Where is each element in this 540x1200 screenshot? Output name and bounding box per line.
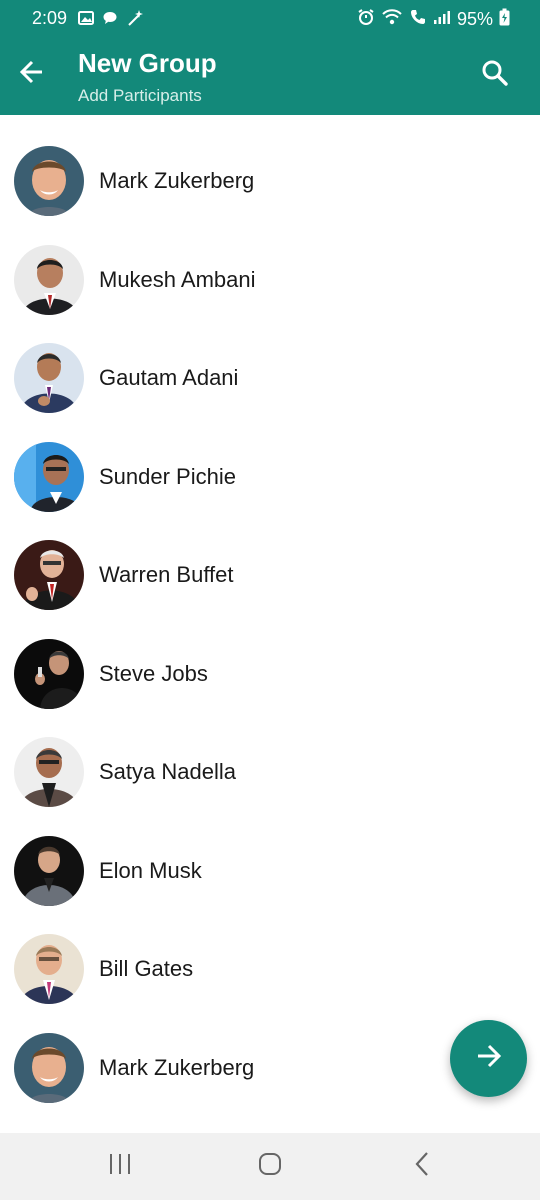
battery-percent: 95% <box>456 9 493 29</box>
status-bar: 2:09 95% <box>0 0 540 40</box>
back-icon <box>412 1151 432 1182</box>
status-system-icons: 95% <box>357 8 510 31</box>
app-header: 2:09 95% New Group Add Participants <box>0 0 540 115</box>
avatar <box>14 540 84 610</box>
avatar <box>14 737 84 807</box>
back-button[interactable] <box>14 56 50 92</box>
contact-item[interactable]: Gautam Adani <box>0 329 540 427</box>
avatar <box>14 934 84 1004</box>
contact-name: Sunder Pichie <box>99 464 236 489</box>
home-icon <box>257 1151 283 1182</box>
contact-item[interactable]: Satya Nadella <box>0 723 540 821</box>
nav-back-button[interactable] <box>405 1151 439 1181</box>
app-bar: New Group Add Participants <box>0 40 540 115</box>
battery-icon <box>499 8 510 31</box>
search-icon <box>481 59 509 92</box>
call-icon <box>409 8 427 31</box>
wifi-icon <box>381 8 403 31</box>
arrow-back-icon <box>18 58 46 91</box>
page-subtitle: Add Participants <box>78 86 202 105</box>
arrow-forward-icon <box>474 1041 504 1076</box>
status-time: 2:09 <box>32 8 68 28</box>
signal-icon <box>433 9 451 30</box>
chat-icon <box>102 10 118 31</box>
contact-name: Elon Musk <box>99 858 202 883</box>
next-fab-button[interactable] <box>450 1020 527 1097</box>
recents-button[interactable] <box>103 1151 137 1181</box>
contact-name: Steve Jobs <box>99 661 208 686</box>
search-button[interactable] <box>478 58 512 92</box>
contact-name: Mark Zukerberg <box>99 168 255 193</box>
recents-icon <box>107 1152 133 1181</box>
gallery-icon <box>78 10 94 31</box>
avatar <box>14 245 84 315</box>
contact-item[interactable]: Steve Jobs <box>0 625 540 723</box>
contact-name: Satya Nadella <box>99 759 236 784</box>
contact-item[interactable]: Elon Musk <box>0 822 540 920</box>
avatar <box>14 639 84 709</box>
avatar <box>14 343 84 413</box>
magic-wand-icon <box>126 9 144 32</box>
alarm-icon <box>357 8 375 31</box>
avatar <box>14 836 84 906</box>
contact-item[interactable]: Mukesh Ambani <box>0 231 540 329</box>
status-notification-icons <box>78 9 144 32</box>
page-title: New Group <box>78 48 217 78</box>
contact-name: Mukesh Ambani <box>99 267 256 292</box>
avatar <box>14 1033 84 1103</box>
contact-name: Mark Zukerberg <box>99 1055 255 1080</box>
contact-name: Gautam Adani <box>99 365 239 390</box>
contact-name: Bill Gates <box>99 956 194 981</box>
home-button[interactable] <box>253 1151 287 1181</box>
contact-item[interactable]: Warren Buffet <box>0 526 540 624</box>
contact-name: Warren Buffet <box>99 562 234 587</box>
contact-item[interactable]: Bill Gates <box>0 920 540 1018</box>
system-nav-bar <box>0 1133 540 1200</box>
avatar <box>14 442 84 512</box>
contact-list: Mark Zukerberg Mukesh Ambani Gautam Adan… <box>0 115 540 1133</box>
contact-item[interactable]: Sunder Pichie <box>0 428 540 526</box>
contact-item[interactable]: Mark Zukerberg <box>0 132 540 230</box>
avatar <box>14 146 84 216</box>
